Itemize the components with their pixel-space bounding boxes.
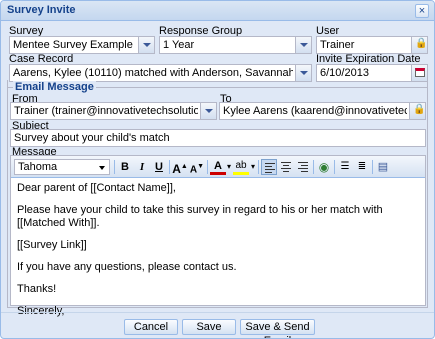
- chevron-down-icon: [99, 166, 105, 170]
- chevron-down-icon: [300, 43, 308, 47]
- footer-divider: [1, 312, 434, 313]
- close-icon: ×: [418, 5, 426, 17]
- chevron-down-icon[interactable]: ▾: [249, 159, 257, 175]
- font-family-select[interactable]: Tahoma: [14, 159, 110, 175]
- source-edit-icon[interactable]: ▤: [375, 159, 391, 175]
- toolbar-separator: [313, 160, 314, 174]
- editor-toolbar: Tahoma B I U A▲ A▼ A ▾ ab ▾ ◉ ☰ ≣ ▤: [11, 156, 425, 178]
- save-button[interactable]: Save: [182, 319, 236, 335]
- expiration-value: 6/10/2013: [320, 67, 369, 79]
- highlight-icon[interactable]: ab: [233, 159, 249, 175]
- underline-icon[interactable]: U: [151, 159, 167, 175]
- chevron-down-icon: [143, 43, 151, 47]
- font-family-value: Tahoma: [18, 161, 58, 173]
- toolbar-separator: [258, 160, 259, 174]
- message-body[interactable]: Dear parent of [[Contact Name]], Please …: [17, 182, 419, 327]
- increase-font-icon[interactable]: A▲: [172, 159, 188, 176]
- from-value: Trainer (trainer@innovativetechsolutions…: [14, 105, 198, 117]
- chevron-down-icon: [205, 109, 213, 113]
- chevron-down-icon[interactable]: ▾: [225, 159, 233, 175]
- align-left-icon[interactable]: [261, 159, 277, 175]
- message-line: [[Survey Link]]: [17, 239, 87, 251]
- to-field: Kylee Aarens (kaarend@innovativetechsolu…: [219, 102, 426, 120]
- response-group-dropdown-trigger[interactable]: [295, 37, 311, 53]
- close-button[interactable]: ×: [415, 4, 429, 18]
- response-group-combo[interactable]: 1 Year: [159, 36, 312, 54]
- toolbar-separator: [169, 160, 170, 174]
- survey-value: Mentee Survey Example: [13, 39, 133, 51]
- lock-icon: 🔒: [415, 38, 428, 49]
- case-record-dropdown-trigger[interactable]: [295, 65, 311, 81]
- toolbar-separator: [334, 160, 335, 174]
- date-picker-trigger[interactable]: [411, 65, 427, 81]
- from-dropdown-trigger[interactable]: [200, 103, 216, 119]
- message-line: Dear parent of [[Contact Name]],: [17, 182, 176, 194]
- survey-combo[interactable]: Mentee Survey Example: [9, 36, 155, 54]
- user-lock-trigger: 🔒: [411, 37, 427, 53]
- toolbar-separator: [114, 160, 115, 174]
- ordered-list-icon[interactable]: ☰: [337, 159, 353, 175]
- subject-input[interactable]: Survey about your child's match: [10, 129, 426, 147]
- toolbar-separator: [207, 160, 208, 174]
- case-record-value: Aarens, Kylee (10110) matched with Ander…: [13, 67, 293, 79]
- subject-value: Survey about your child's match: [14, 132, 170, 144]
- survey-invite-window: Survey Invite × Survey Mentee Survey Exa…: [0, 0, 435, 339]
- link-icon[interactable]: ◉: [316, 159, 332, 175]
- align-center-icon[interactable]: [278, 159, 294, 175]
- user-value: Trainer: [320, 39, 355, 51]
- window-title: Survey Invite: [7, 4, 76, 16]
- unordered-list-icon[interactable]: ≣: [354, 159, 370, 175]
- to-lock-trigger: 🔒: [409, 103, 425, 119]
- font-color-icon[interactable]: A: [210, 159, 226, 175]
- message-line: Please have your child to take this surv…: [17, 204, 383, 229]
- window-titlebar[interactable]: Survey Invite ×: [1, 1, 434, 21]
- lock-icon: 🔒: [413, 104, 426, 115]
- message-line: If you have any questions, please contac…: [17, 261, 237, 273]
- bold-icon[interactable]: B: [117, 159, 133, 175]
- to-value: Kylee Aarens (kaarend@innovativetechsolu…: [223, 105, 407, 117]
- calendar-icon: [415, 68, 425, 77]
- survey-dropdown-trigger[interactable]: [138, 37, 154, 53]
- email-message-legend: Email Message: [13, 81, 96, 93]
- from-combo[interactable]: Trainer (trainer@innovativetechsolutions…: [10, 102, 217, 120]
- save-send-email-button[interactable]: Save & Send Email: [240, 319, 315, 338]
- align-right-icon[interactable]: [295, 159, 311, 175]
- toolbar-separator: [372, 160, 373, 174]
- response-group-value: 1 Year: [163, 39, 195, 51]
- message-editor[interactable]: Tahoma B I U A▲ A▼ A ▾ ab ▾ ◉ ☰ ≣ ▤ Dear…: [10, 155, 426, 317]
- message-line: Thanks!: [17, 283, 57, 295]
- cancel-button[interactable]: Cancel: [124, 319, 178, 335]
- italic-icon[interactable]: I: [134, 159, 150, 175]
- decrease-font-icon[interactable]: A▼: [189, 159, 205, 175]
- user-field: Trainer 🔒: [316, 36, 428, 54]
- chevron-down-icon: [300, 71, 308, 75]
